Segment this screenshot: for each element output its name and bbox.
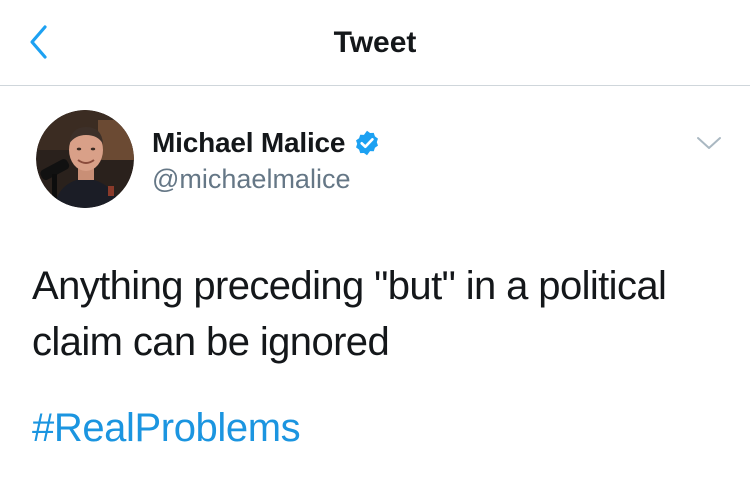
author-handle[interactable]: @michaelmalice xyxy=(152,164,381,195)
back-button[interactable] xyxy=(20,22,60,62)
verified-badge-icon xyxy=(356,130,379,156)
chevron-down-icon xyxy=(697,137,721,149)
author-name-row: Michael Malice xyxy=(152,126,381,160)
author-display-name[interactable]: Michael Malice xyxy=(152,127,345,159)
tweet-detail-screen: Tweet Michael Malice @michaelmalice Anyt… xyxy=(0,0,750,484)
chevron-left-icon xyxy=(30,25,47,59)
tweet-author[interactable]: Michael Malice @michaelmalice xyxy=(152,126,381,195)
navigation-bar: Tweet xyxy=(0,0,750,86)
tweet: Michael Malice @michaelmalice Anything p… xyxy=(0,86,750,484)
hashtag-link[interactable]: #RealProblems xyxy=(32,400,301,456)
tweet-menu-button[interactable] xyxy=(694,132,724,154)
page-title: Tweet xyxy=(333,26,417,59)
tweet-text: Anything preceding "but" in a political … xyxy=(32,264,667,364)
avatar[interactable] xyxy=(36,110,134,208)
avatar-image xyxy=(36,110,134,208)
